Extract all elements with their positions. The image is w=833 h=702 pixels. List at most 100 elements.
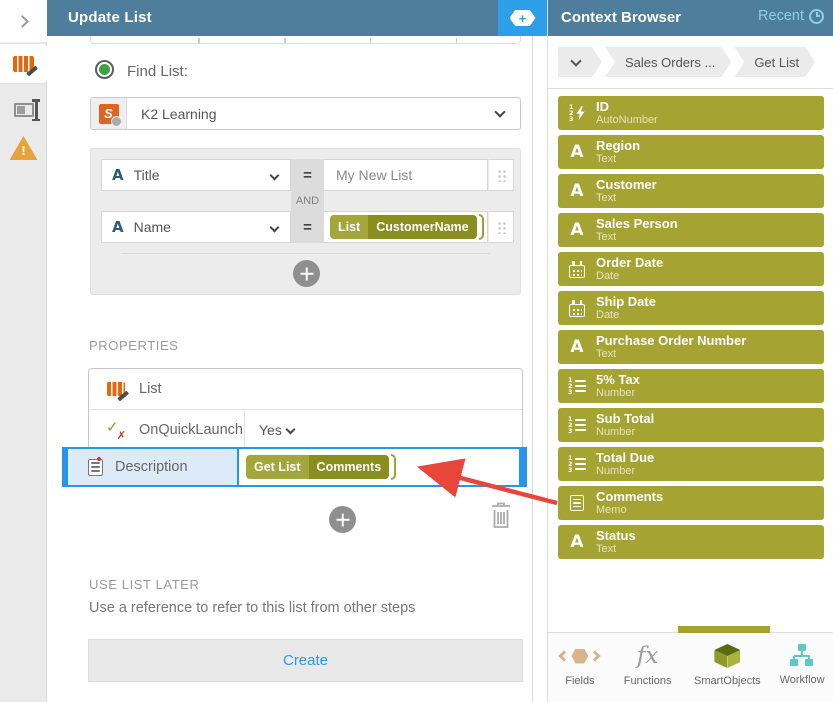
divider bbox=[548, 88, 833, 89]
field-item-sales-person[interactable]: Sales Person Text bbox=[558, 213, 824, 247]
field-name: Total Due bbox=[596, 449, 655, 465]
field-reference-tag[interactable]: List CustomerName bbox=[330, 215, 477, 239]
property-row-description-selected[interactable]: Description Get List Comments bbox=[62, 447, 527, 487]
property-label: OnQuickLaunch bbox=[139, 421, 243, 438]
grip-dots-icon bbox=[496, 168, 506, 182]
field-type: Number bbox=[596, 387, 636, 400]
number-icon bbox=[558, 416, 596, 434]
field-item-total-due[interactable]: Total Due Number bbox=[558, 447, 824, 481]
tag-scope: Get List bbox=[246, 455, 309, 479]
fx-icon bbox=[637, 644, 658, 668]
field-item-status[interactable]: Status Text bbox=[558, 525, 824, 559]
text-icon bbox=[558, 142, 596, 162]
condition-value-input[interactable] bbox=[334, 166, 484, 184]
create-reference-button[interactable]: Create bbox=[88, 639, 523, 682]
operator-equals-1[interactable]: = bbox=[291, 159, 324, 191]
tag-field: CustomerName bbox=[368, 215, 477, 239]
condition-field-select-2[interactable]: Name bbox=[101, 211, 291, 243]
boolean-check-cross-icon bbox=[106, 418, 126, 442]
smartobject-select[interactable]: K2 Learning bbox=[90, 97, 521, 130]
field-name: Customer bbox=[596, 176, 657, 192]
autonumber-icon bbox=[558, 104, 596, 122]
chevron-down-icon bbox=[269, 222, 280, 232]
calendar-icon bbox=[558, 260, 596, 278]
update-list-panel: Update List Find List: K2 Learning Title bbox=[47, 0, 533, 702]
list-pencil-icon bbox=[13, 55, 34, 72]
field-type: Number bbox=[596, 465, 636, 478]
trash-icon bbox=[492, 502, 510, 528]
field-item-order-date[interactable]: Order Date Date bbox=[558, 252, 824, 286]
tab-functions[interactable]: Functions bbox=[612, 633, 684, 702]
text-type-icon bbox=[112, 218, 124, 236]
field-item-ship-date[interactable]: Ship Date Date bbox=[558, 291, 824, 325]
add-to-canvas-button[interactable] bbox=[498, 0, 547, 36]
chevron-down-icon bbox=[494, 106, 506, 118]
property-label: List bbox=[139, 381, 162, 397]
field-name: Sub Total bbox=[596, 410, 655, 426]
breadcrumb-item-get-list[interactable]: Get List bbox=[734, 47, 815, 77]
field-item-comments[interactable]: Comments Memo bbox=[558, 486, 824, 520]
sidebar-tab-warnings[interactable] bbox=[0, 130, 47, 166]
condition-field-select-1[interactable]: Title bbox=[101, 159, 291, 191]
divider bbox=[121, 253, 490, 254]
number-icon bbox=[558, 455, 596, 473]
scrolled-element-edge bbox=[90, 36, 521, 44]
property-label: Description bbox=[115, 459, 188, 475]
field-type: Text bbox=[596, 231, 617, 244]
property-value[interactable]: Yes bbox=[259, 422, 282, 438]
k2-workflow-designer: Update List Find List: K2 Learning Title bbox=[0, 0, 833, 702]
rename-icon bbox=[13, 99, 40, 121]
divider bbox=[244, 410, 245, 449]
sidebar-tab-rename[interactable] bbox=[0, 92, 47, 128]
operator-equals-2[interactable]: = bbox=[291, 211, 324, 243]
field-name: Region bbox=[596, 137, 641, 153]
add-condition-button[interactable] bbox=[293, 260, 320, 287]
tag-field: Comments bbox=[308, 455, 390, 479]
memo-icon bbox=[558, 495, 596, 511]
property-row-list[interactable]: List bbox=[89, 369, 522, 409]
field-item-5-tax[interactable]: 5% Tax Number bbox=[558, 369, 824, 403]
context-browser-header: Context Browser Recent bbox=[548, 0, 833, 36]
field-item-id[interactable]: ID AutoNumber bbox=[558, 96, 824, 130]
panel-body: Find List: K2 Learning Title bbox=[47, 36, 532, 702]
field-name: ID bbox=[596, 98, 609, 114]
chevron-down-icon bbox=[570, 55, 581, 66]
find-list-radio[interactable] bbox=[95, 60, 114, 79]
breadcrumb-item-sales-orders[interactable]: Sales Orders ... bbox=[605, 47, 731, 77]
field-item-customer[interactable]: Customer Text bbox=[558, 174, 824, 208]
chevron-down-icon bbox=[269, 170, 280, 180]
recent-link[interactable]: Recent bbox=[758, 8, 824, 24]
field-item-purchase-order-number[interactable]: Purchase Order Number Text bbox=[558, 330, 824, 364]
active-tab-indicator bbox=[678, 626, 770, 633]
breadcrumb-dropdown[interactable] bbox=[558, 47, 602, 77]
expand-panel-button[interactable] bbox=[0, 0, 47, 42]
field-item-sub-total[interactable]: Sub Total Number bbox=[558, 408, 824, 442]
row-drag-handle[interactable] bbox=[488, 211, 514, 243]
text-icon bbox=[558, 337, 596, 357]
tab-workflow[interactable]: Workflow bbox=[771, 633, 833, 702]
calendar-icon bbox=[558, 299, 596, 317]
delete-property-button[interactable] bbox=[490, 502, 512, 532]
tab-fields[interactable]: Fields bbox=[548, 633, 612, 702]
field-reference-tag[interactable]: Get List Comments bbox=[246, 455, 390, 479]
tab-label: Fields bbox=[565, 675, 595, 687]
field-list: ID AutoNumber Region Text Customer Text … bbox=[558, 96, 824, 559]
tab-smartobjects[interactable]: SmartObjects bbox=[684, 633, 772, 702]
field-name: Status bbox=[596, 527, 636, 543]
text-type-icon bbox=[112, 166, 124, 184]
sidebar-tab-step-config[interactable] bbox=[0, 43, 48, 84]
field-name: Comments bbox=[596, 488, 664, 504]
chevron-right-icon bbox=[15, 14, 29, 28]
use-list-later-description: Use a reference to refer to this list fr… bbox=[89, 600, 416, 616]
field-type: Date bbox=[596, 309, 620, 322]
row-drag-handle[interactable] bbox=[488, 159, 514, 191]
add-property-button[interactable] bbox=[329, 506, 356, 533]
property-row-onquicklaunch[interactable]: OnQuickLaunch Yes bbox=[89, 409, 522, 449]
condition-field-label: Name bbox=[133, 219, 171, 235]
tag-bracket bbox=[391, 454, 397, 480]
description-value-dropzone[interactable]: Get List Comments bbox=[237, 447, 521, 487]
field-item-region[interactable]: Region Text bbox=[558, 135, 824, 169]
context-browser-tabs: Fields Functions SmartObjects Workflow bbox=[548, 626, 833, 702]
service-object-icon bbox=[98, 103, 122, 127]
fields-hexagon-icon bbox=[558, 644, 602, 668]
